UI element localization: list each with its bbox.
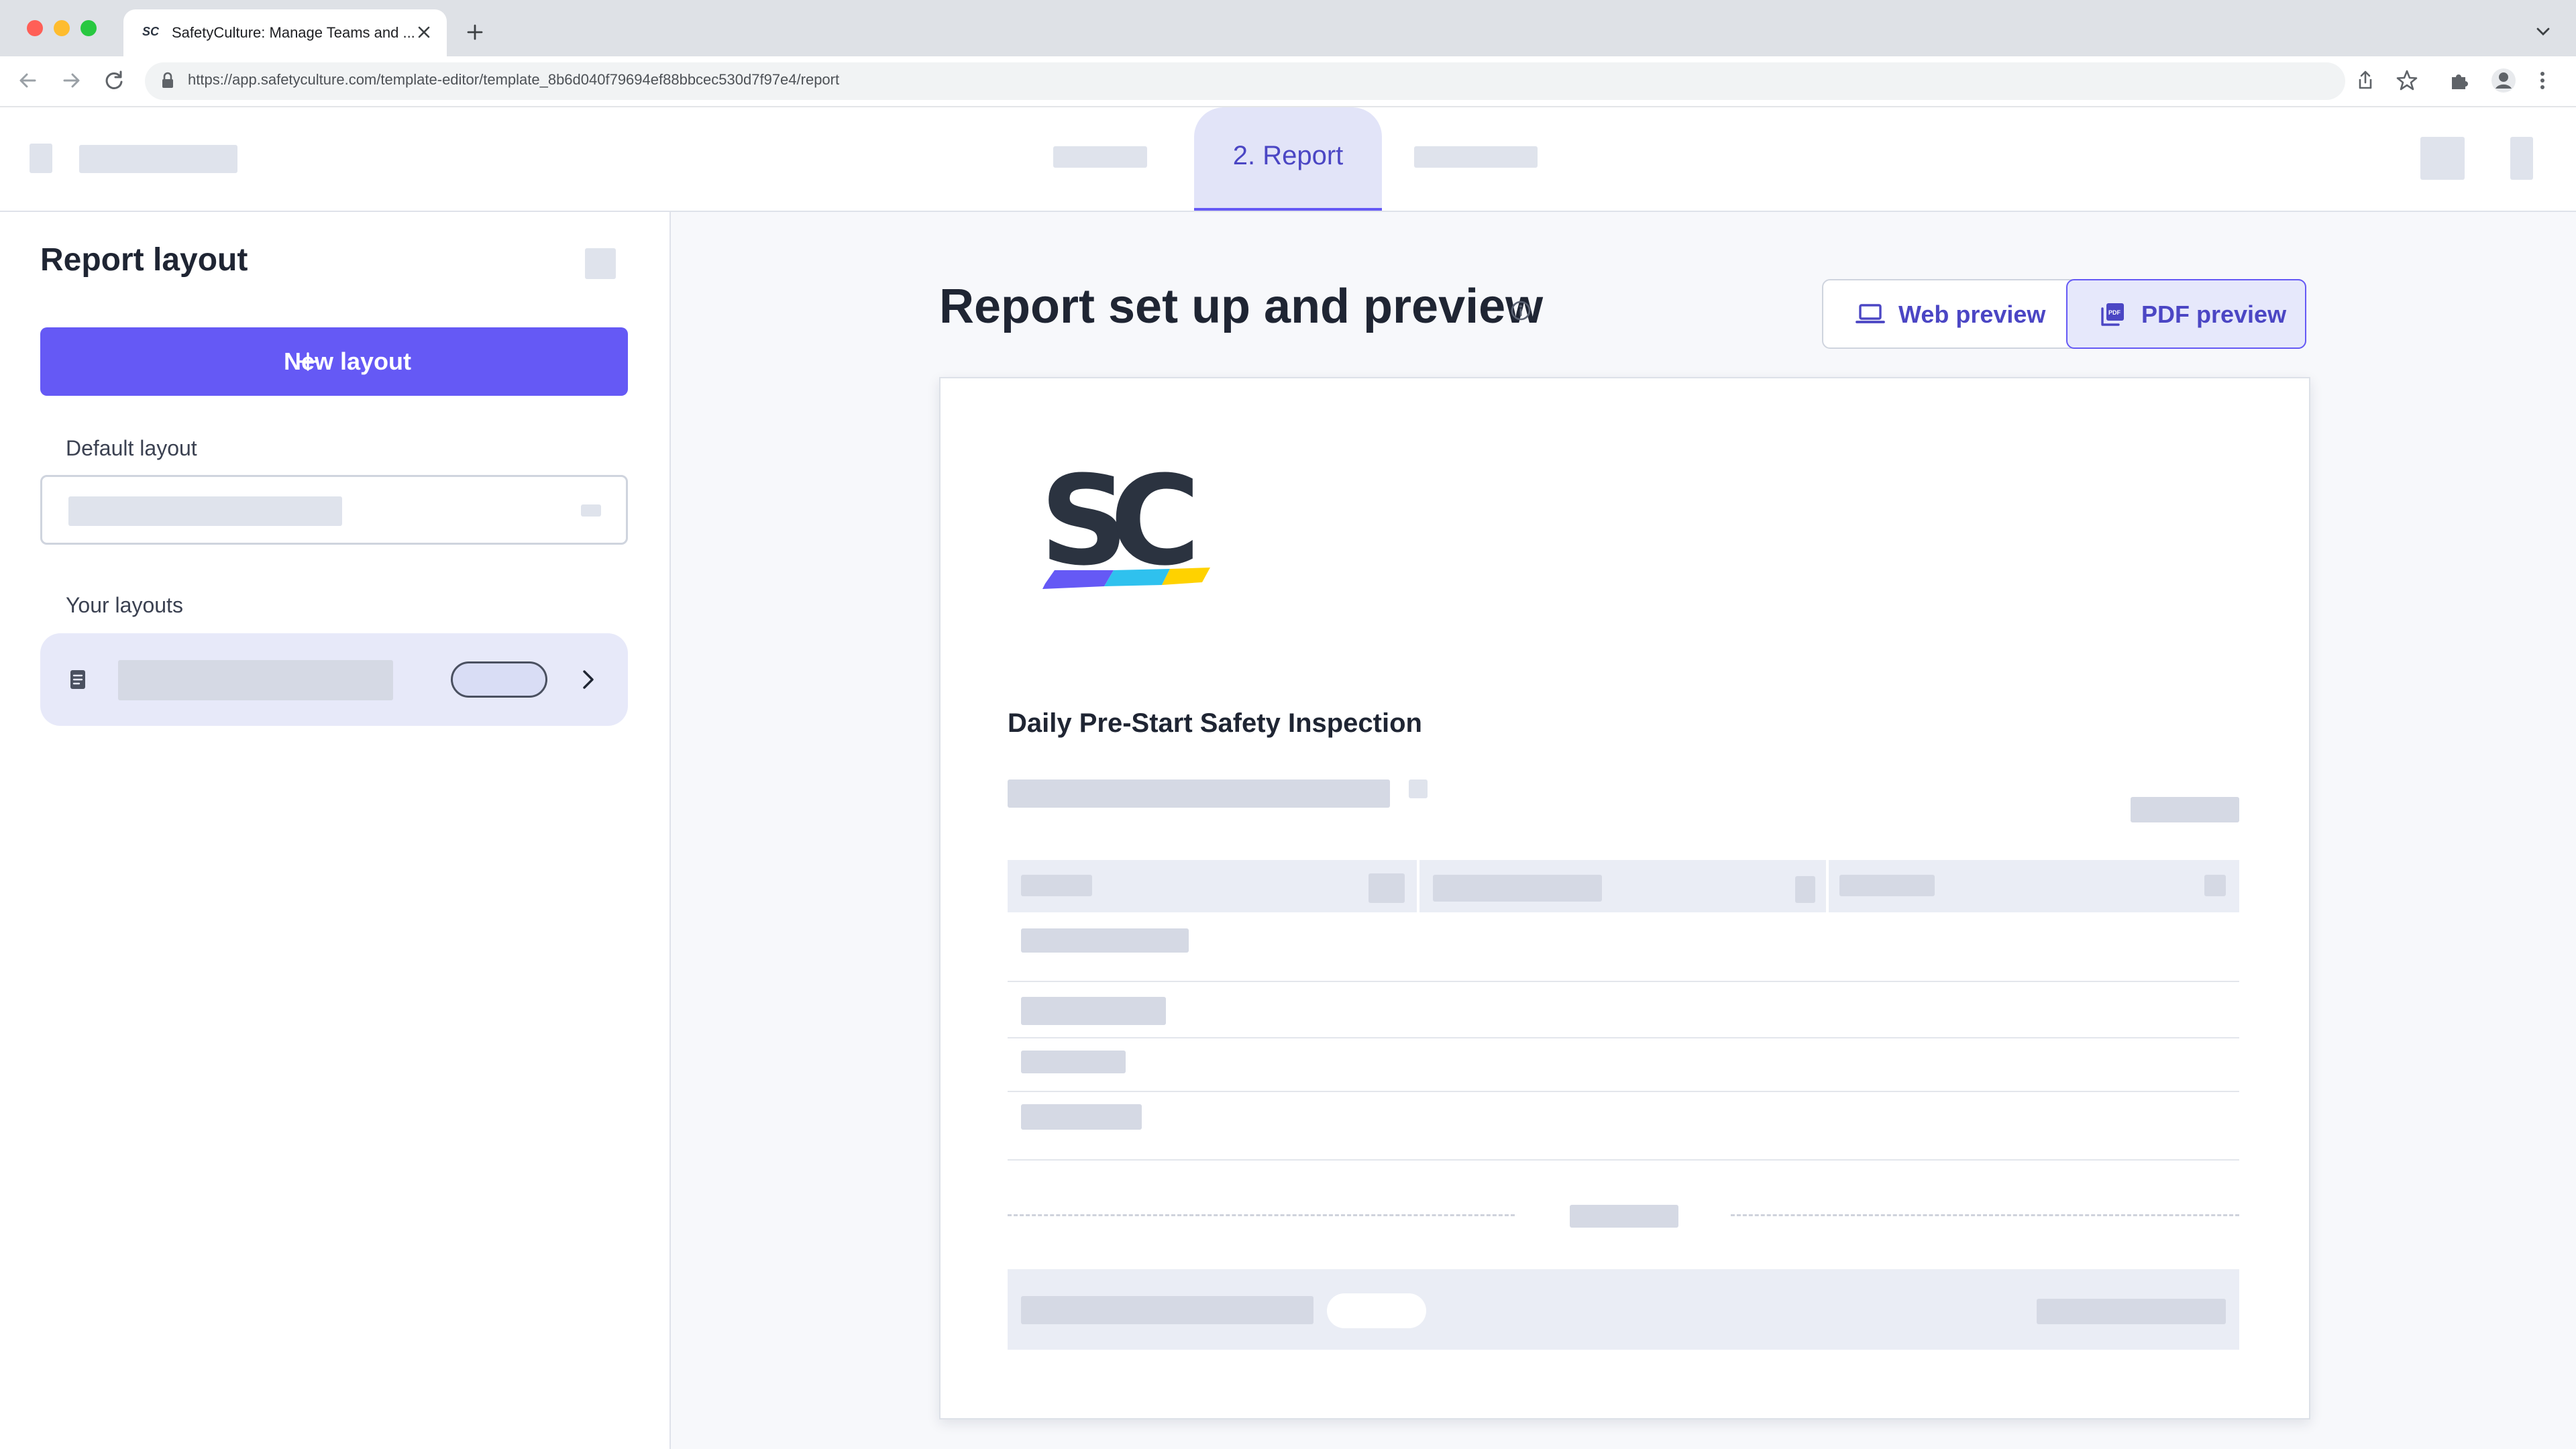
active-tab-indicator [1194, 208, 1382, 211]
your-layouts-label: Your layouts [66, 593, 183, 617]
table-header-cell [1021, 875, 1092, 896]
forward-arrow-icon[interactable] [59, 68, 83, 93]
reload-icon[interactable] [102, 68, 126, 93]
panel-collapse-button[interactable] [585, 248, 616, 279]
new-layout-label: New layout [283, 347, 412, 375]
footer-badge [1327, 1293, 1426, 1328]
tab-search-chevron-icon[interactable] [2534, 24, 2552, 39]
table-row [1021, 1104, 1142, 1130]
table-header-cell [1433, 875, 1602, 902]
chevron-right-icon[interactable] [576, 667, 601, 692]
row-divider [1008, 1037, 2239, 1038]
section-divider-left [1008, 1214, 1515, 1216]
header-menu-button[interactable] [2510, 137, 2533, 180]
web-preview-label: Web preview [1898, 301, 2046, 328]
pdf-preview-label: PDF preview [2141, 301, 2287, 328]
bookmark-star-icon[interactable] [2395, 68, 2419, 93]
row-divider [1008, 1091, 2239, 1092]
browser-menu-icon[interactable] [2536, 68, 2549, 93]
table-row [1021, 928, 1189, 953]
footer-text [1021, 1296, 1313, 1324]
default-layout-value [68, 496, 342, 526]
report-layout-panel [0, 212, 671, 1449]
url-text: https://app.safetyculture.com/template-e… [188, 71, 840, 88]
template-name [79, 145, 237, 173]
back-button[interactable] [30, 144, 52, 173]
section-label [1570, 1205, 1678, 1228]
close-tab-icon[interactable] [416, 24, 432, 40]
row-divider [1008, 1159, 2239, 1161]
layout-name [118, 660, 393, 700]
pdf-file-icon: PDF [2101, 303, 2124, 326]
safetyculture-logo: SC [1040, 456, 1212, 593]
window-zoom-button[interactable] [80, 20, 97, 36]
table-row [1021, 1051, 1126, 1073]
tab-report-label: 2. Report [1232, 141, 1344, 170]
svg-text:SC: SC [142, 25, 160, 38]
report-subtitle [1008, 780, 1390, 808]
profile-avatar-icon[interactable] [2490, 67, 2517, 94]
window-minimize-button[interactable] [54, 20, 70, 36]
laptop-icon [1856, 304, 1885, 323]
layout-status-badge [451, 661, 547, 698]
table-column-divider [1826, 860, 1829, 912]
lock-icon[interactable] [160, 71, 176, 90]
table-column-divider [1417, 860, 1419, 912]
page-title: Report set up and preview [939, 280, 1544, 333]
back-arrow-icon[interactable] [16, 68, 40, 93]
document-icon [70, 670, 85, 689]
header-action-button[interactable] [2420, 137, 2465, 180]
table-header [1008, 860, 2239, 912]
info-icon[interactable] [1509, 299, 1532, 322]
share-icon[interactable] [2353, 68, 2377, 93]
new-layout-button[interactable]: New layout [40, 327, 628, 396]
table-header-cell [2204, 875, 2226, 896]
extensions-puzzle-icon[interactable] [2447, 68, 2471, 93]
pdf-preview-button[interactable]: PDF PDF preview [2066, 279, 2306, 349]
panel-title: Report layout [40, 242, 248, 278]
safetyculture-favicon-icon: SC [142, 25, 160, 38]
table-header-cell [1839, 875, 1935, 896]
new-tab-plus-icon[interactable] [466, 23, 484, 42]
tab-access[interactable] [1414, 146, 1538, 168]
report-title: Daily Pre-Start Safety Inspection [1008, 708, 1422, 738]
table-row [1021, 997, 1166, 1025]
footer-score [2037, 1299, 2226, 1324]
report-subtitle-icon [1409, 780, 1428, 798]
tab-build[interactable] [1053, 146, 1147, 168]
select-dropdown-icon [581, 504, 601, 517]
row-divider [1008, 981, 2239, 982]
browser-tab-title: SafetyCulture: Manage Teams and ... [172, 24, 415, 41]
report-date [2131, 797, 2239, 822]
window-close-button[interactable] [27, 20, 43, 36]
web-preview-button[interactable]: Web preview [1823, 280, 2066, 347]
section-divider-right [1731, 1214, 2239, 1216]
default-layout-label: Default layout [66, 436, 197, 460]
svg-text:PDF: PDF [2108, 309, 2121, 316]
table-header-cell [1795, 876, 1815, 903]
table-header-cell [1368, 873, 1405, 903]
